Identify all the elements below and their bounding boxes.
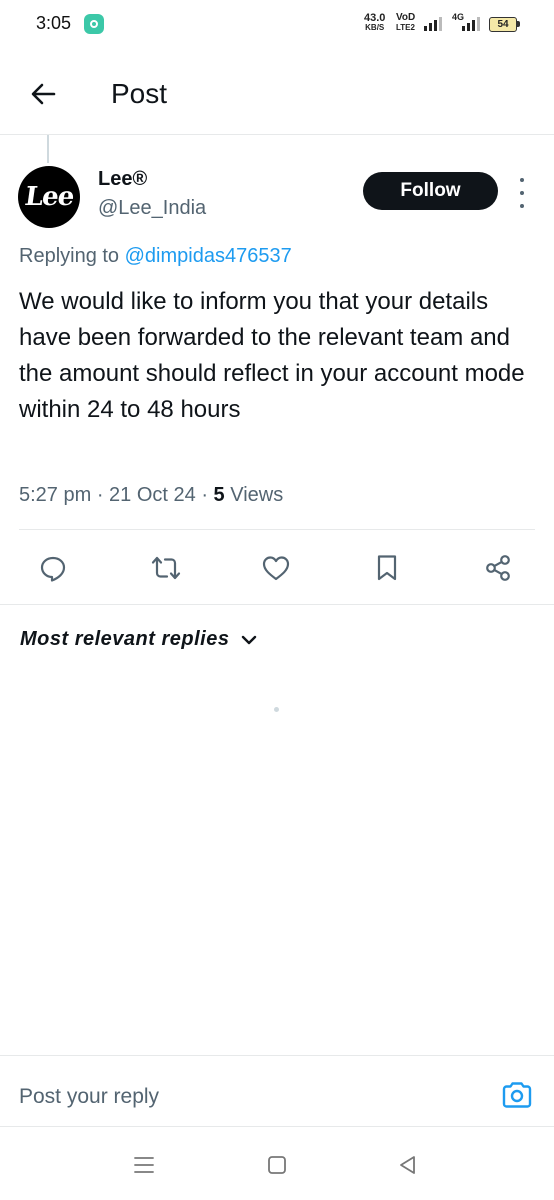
volte-indicator: VoD LTE2 — [396, 13, 415, 33]
bookmark-button[interactable] — [367, 548, 407, 588]
author-name[interactable]: Lee® — [98, 168, 147, 191]
avatar[interactable]: Lee — [18, 166, 80, 228]
more-options-icon[interactable] — [512, 178, 532, 208]
volte-top: VoD — [396, 12, 416, 23]
post-time[interactable]: 5:27 pm — [19, 484, 91, 506]
network-speed-unit: KB/S — [365, 23, 385, 32]
arrow-left-icon — [31, 83, 56, 105]
post-date[interactable]: 21 Oct 24 — [109, 484, 196, 506]
home-button[interactable] — [262, 1150, 292, 1180]
reply-button[interactable] — [33, 548, 73, 588]
views-label: Views — [230, 484, 284, 506]
back-nav-button[interactable] — [393, 1150, 423, 1180]
thread-line — [47, 135, 49, 163]
network-speed: 43.0 KB/S — [364, 13, 385, 33]
replying-mention-link[interactable]: @dimpidas476537 — [125, 245, 292, 267]
signal-icon — [424, 15, 442, 31]
bookmark-icon — [377, 555, 397, 581]
meta-separator-2: · — [201, 484, 214, 506]
like-icon — [262, 556, 290, 581]
share-button[interactable] — [478, 548, 518, 588]
views-count: 5 — [213, 484, 225, 506]
post-text: We would like to inform you that your de… — [19, 288, 525, 423]
like-button[interactable] — [256, 548, 296, 588]
meta-divider — [19, 529, 535, 530]
replies-sort-dropdown[interactable]: Most relevant replies — [20, 628, 257, 651]
post-meta: 5:27 pm · 21 Oct 24 · 5 Views — [19, 484, 283, 507]
notification-app-icon — [84, 14, 104, 34]
reply-input[interactable] — [19, 1080, 479, 1114]
header-divider — [0, 134, 554, 135]
loading-indicator — [274, 707, 279, 712]
meta-separator: · — [96, 484, 110, 506]
share-icon — [486, 555, 510, 581]
camera-button[interactable] — [499, 1077, 535, 1113]
network-speed-value: 43.0 — [364, 12, 386, 24]
replying-to: Replying to @dimpidas476537 — [19, 245, 292, 268]
sort-label: Most relevant replies — [20, 628, 230, 650]
square-icon — [268, 1156, 286, 1174]
page-title: Post — [111, 78, 168, 109]
chevron-down-icon — [242, 635, 257, 644]
repost-button[interactable] — [146, 548, 186, 588]
menu-icon — [134, 1157, 154, 1173]
recent-apps-button[interactable] — [129, 1150, 159, 1180]
signal-icon-2 — [462, 15, 480, 31]
battery-tip — [517, 21, 520, 27]
actions-divider — [0, 604, 554, 605]
composer-divider-bottom — [0, 1126, 554, 1127]
avatar-logo-text: Lee — [22, 182, 76, 212]
status-time: 3:05 — [36, 13, 72, 33]
triangle-back-icon — [400, 1156, 415, 1174]
repost-icon — [151, 556, 181, 580]
back-button[interactable] — [22, 72, 66, 116]
author-handle[interactable]: @Lee_India — [98, 197, 206, 220]
volte-bottom: LTE2 — [396, 23, 415, 32]
battery-icon: 54 — [489, 17, 517, 32]
follow-button[interactable]: Follow — [363, 172, 498, 210]
replying-prefix: Replying to — [19, 245, 120, 267]
camera-icon — [502, 1082, 532, 1108]
reply-icon — [40, 556, 66, 582]
composer-divider-top — [0, 1055, 554, 1056]
